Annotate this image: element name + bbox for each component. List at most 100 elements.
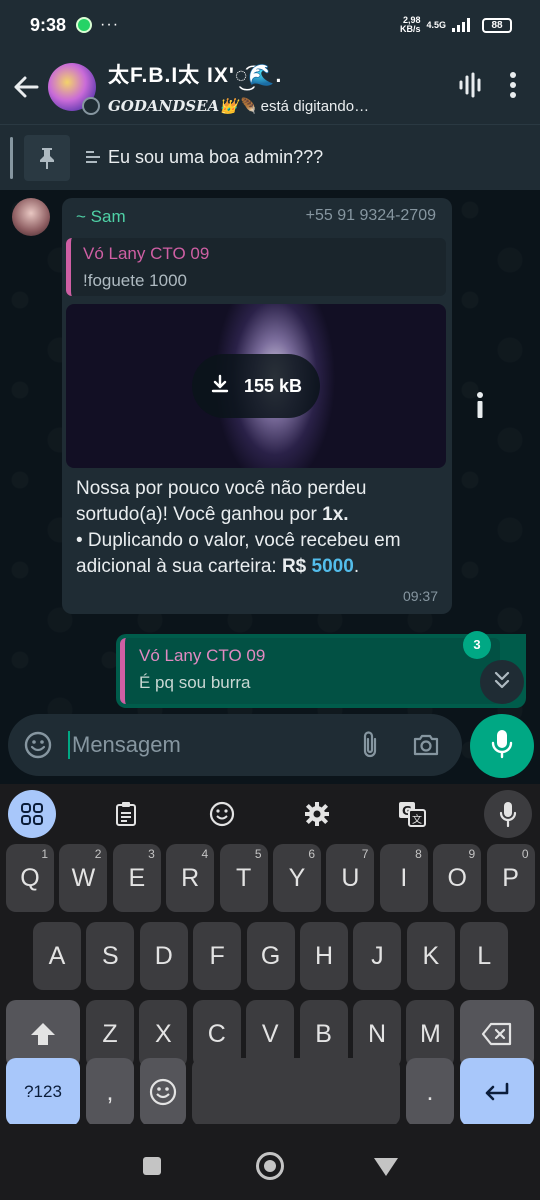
message-amount[interactable]: 5000 [312,556,354,577]
key-h[interactable]: H [300,922,348,990]
group-avatar[interactable] [48,63,100,115]
key-s[interactable]: S [86,922,135,990]
chat-info[interactable]: 太F.B.I太 IX'◌͜͡🌊. GODANDSEA👑🪶 está digita… [108,59,458,115]
key-hint: 1 [41,847,48,861]
translate-icon[interactable]: G文 [388,790,436,838]
comma-key[interactable]: , [86,1058,134,1126]
key-label: H [314,941,334,970]
message-currency: R$ [281,556,307,577]
key-label: A [48,941,66,970]
navigation-bar [0,1124,540,1200]
pinned-message-bar[interactable]: Eu sou uma boa admin??? [0,124,540,190]
key-t[interactable]: T5 [219,844,268,912]
typing-text: está digitando… [260,98,370,115]
space-key[interactable] [192,1058,400,1126]
message-input[interactable] [72,732,342,758]
key-q[interactable]: Q1 [6,844,54,912]
key-r[interactable]: R4 [166,844,215,912]
community-badge-icon [82,97,100,115]
settings-gear-icon[interactable] [293,790,341,838]
key-label: K [422,941,440,970]
svg-text:文: 文 [412,813,422,826]
key-k[interactable]: K [406,922,455,990]
key-o[interactable]: O9 [433,844,482,912]
key-hint: 6 [308,847,315,861]
camera-icon[interactable] [398,717,454,773]
message-text: Nossa por pouco você não perdeu sortudo(… [76,476,416,580]
key-hint: 3 [148,847,155,861]
quoted-message[interactable]: Vó Lany CTO 09 !foguete 1000 [66,238,446,296]
back-arrow-icon[interactable] [6,67,46,107]
header-actions [458,71,516,103]
key-label: L [477,941,492,970]
key-label: S [102,941,119,970]
key-e[interactable]: E3 [112,844,161,912]
incoming-message[interactable]: ~ Sam +55 91 9324-2709 Vó Lany CTO 09 !f… [62,198,452,614]
key-i[interactable]: I8 [379,844,428,912]
key-label: R [181,863,200,892]
key-label: N [367,1019,387,1048]
voice-message-button[interactable] [470,714,534,778]
quote-author: Vó Lany CTO 09 [139,646,266,665]
message-composer [8,714,462,776]
network-type: 4.5G [426,20,446,30]
network-speed: 2,98 KB/s [400,16,421,34]
attach-icon[interactable] [342,717,398,773]
download-icon [210,374,230,399]
key-g[interactable]: G [246,922,295,990]
recent-apps-icon[interactable] [143,1157,161,1175]
download-button[interactable]: 155 kB [192,354,320,418]
key-hint: 4 [201,847,209,861]
sender-avatar[interactable] [12,198,50,236]
period-key[interactable]: . [406,1058,454,1126]
key-p[interactable]: P0 [486,844,535,912]
key-label: Q [20,863,40,892]
home-icon[interactable] [256,1152,284,1180]
key-w[interactable]: W2 [59,844,108,912]
key-label: I [400,863,408,892]
key-hint: 7 [361,847,369,861]
sender-name[interactable]: ~ Sam [76,207,126,227]
chat-header: 太F.B.I太 IX'◌͜͡🌊. GODANDSEA👑🪶 está digita… [0,50,540,124]
symbols-key[interactable]: ?123 [6,1058,80,1126]
keyboard: G文 Q1W2E3R4T5Y6U7I8O9P0 ASDFGHJKL ZXCVBN… [0,784,540,1126]
media-thumbnail[interactable]: 155 kB [66,304,446,468]
key-a[interactable]: A [33,922,81,990]
key-y[interactable]: Y6 [273,844,321,912]
key-l[interactable]: L [460,922,509,990]
clipboard-icon[interactable] [102,790,150,838]
emoji-key[interactable] [140,1058,186,1126]
quote-author: Vó Lany CTO 09 [83,244,210,263]
info-icon[interactable] [470,390,490,420]
message-bold-1: 1x. [322,504,349,525]
battery-icon: 88 [482,17,512,33]
key-label: T [235,863,252,892]
key-label: X [155,1019,172,1048]
emoji-keyboard-icon[interactable] [198,790,246,838]
key-f[interactable]: F [193,922,242,990]
scroll-to-bottom-button[interactable] [480,660,524,704]
more-options-icon[interactable] [510,71,516,103]
key-label: B [315,1019,332,1048]
double-chevron-down-icon [492,670,512,695]
back-triangle-icon[interactable] [374,1158,398,1176]
voice-chat-icon[interactable] [458,72,484,103]
chat-area[interactable]: ~ Sam +55 91 9324-2709 Vó Lany CTO 09 !f… [0,190,540,784]
emoji-icon[interactable] [10,717,66,773]
key-label: Z [102,1019,118,1048]
status-right: 2,98 KB/s 4.5G 88 [400,16,512,34]
enter-key[interactable] [460,1058,534,1126]
apps-grid-icon[interactable] [8,790,56,838]
key-j[interactable]: J [353,922,402,990]
pin-icon [24,135,70,181]
quoted-message[interactable]: Vó Lany CTO 09 É pq sou burra [120,638,500,704]
key-u[interactable]: U7 [326,844,375,912]
key-label: M [419,1019,441,1048]
media-size: 155 kB [243,375,303,396]
key-label: D [154,941,173,970]
group-title: 太F.B.I太 IX'◌͜͡🌊. [108,64,283,87]
key-d[interactable]: D [139,922,188,990]
key-hint: 8 [415,847,422,861]
voice-typing-icon[interactable] [484,790,532,838]
pinned-indicator [10,137,13,179]
